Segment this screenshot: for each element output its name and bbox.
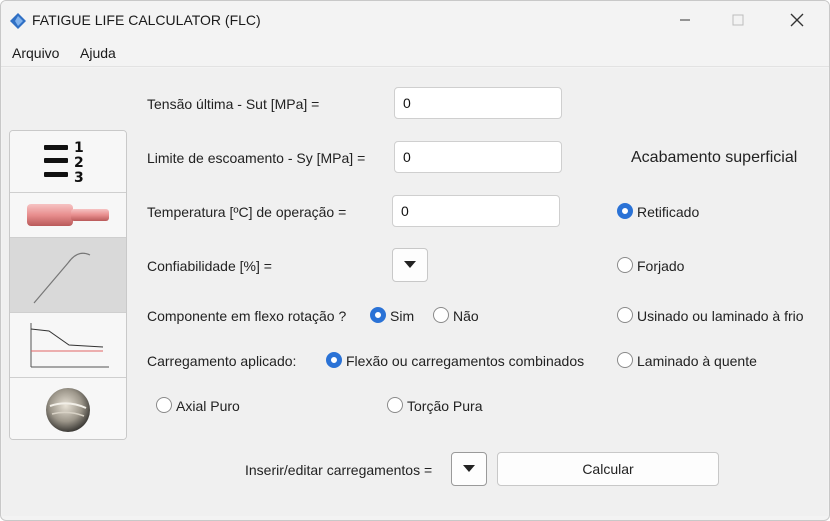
maximize-button[interactable]	[715, 5, 761, 35]
menu-arquivo[interactable]: Arquivo	[12, 45, 59, 61]
svg-text:3: 3	[74, 170, 84, 185]
svg-text:2: 2	[74, 155, 84, 171]
sy-label: Limite de escoamento - Sy [MPa] =	[147, 150, 366, 166]
load-bending-radio[interactable]	[326, 352, 342, 368]
svg-text:1: 1	[74, 140, 84, 156]
temperature-input[interactable]: 0	[392, 195, 560, 227]
temperature-label: Temperatura [ºC] de operação =	[147, 204, 347, 220]
sut-label: Tensão última - Sut [MPa] =	[147, 96, 320, 112]
sut-input[interactable]: 0	[394, 87, 562, 119]
tb-fatigue-curve-button[interactable]	[10, 313, 126, 378]
load-label: Carregamento aplicado:	[147, 353, 297, 369]
finish-usinado-label: Usinado ou laminado à frio	[637, 308, 804, 324]
minimize-button[interactable]	[662, 5, 708, 35]
app-icon	[10, 13, 26, 29]
sy-input[interactable]: 0	[394, 141, 562, 173]
finish-heading: Acabamento superficial	[631, 149, 798, 166]
tb-shaft-button[interactable]	[10, 193, 126, 238]
calculate-button[interactable]: Calcular	[497, 452, 719, 486]
menu-ajuda[interactable]: Ajuda	[80, 45, 116, 61]
reliability-label: Confiabilidade [%] =	[147, 258, 272, 274]
menu-bar: Arquivo Ajuda	[1, 39, 829, 67]
rotation-yes-radio[interactable]	[370, 307, 386, 323]
app-window: FATIGUE LIFE CALCULATOR (FLC) Arquivo Aj…	[0, 0, 830, 521]
rotation-no-radio[interactable]	[433, 307, 449, 323]
close-icon	[790, 13, 804, 27]
list-numbered-icon: 1 2 3	[44, 140, 84, 185]
finish-retificado-radio[interactable]	[617, 203, 633, 219]
load-bending-label: Flexão ou carregamentos combinados	[346, 353, 585, 369]
tb-stress-strain-button[interactable]	[10, 238, 126, 313]
stress-strain-curve-icon	[33, 252, 91, 304]
insert-loads-dropdown[interactable]	[451, 452, 487, 486]
minimize-icon	[680, 19, 690, 21]
insert-loads-label: Inserir/editar carregamentos =	[245, 462, 433, 478]
finish-laminado-label: Laminado à quente	[637, 353, 757, 369]
finish-forjado-label: Forjado	[637, 258, 685, 274]
title-bar: FATIGUE LIFE CALCULATOR (FLC)	[1, 1, 829, 39]
maximize-icon	[732, 14, 744, 26]
rotation-no-label: Não	[453, 308, 479, 324]
rotation-label: Componente em flexo rotação ?	[147, 308, 347, 324]
tb-material-button[interactable]	[10, 378, 126, 439]
dropdown-arrow-icon	[463, 465, 475, 472]
finish-usinado-radio[interactable]	[617, 307, 633, 323]
load-axial-radio[interactable]	[156, 397, 172, 413]
side-toolbar: 1 2 3	[9, 130, 127, 440]
load-torsion-label: Torção Pura	[407, 398, 483, 414]
load-torsion-radio[interactable]	[387, 397, 403, 413]
material-sample-icon	[46, 387, 90, 432]
finish-laminado-radio[interactable]	[617, 352, 633, 368]
window-title: FATIGUE LIFE CALCULATOR (FLC)	[32, 12, 261, 28]
reliability-dropdown[interactable]	[392, 248, 428, 282]
load-axial-label: Axial Puro	[176, 398, 240, 414]
shaft-icon	[27, 204, 109, 226]
fatigue-curve-icon	[30, 323, 109, 368]
dropdown-arrow-icon	[404, 261, 416, 268]
finish-retificado-label: Retificado	[637, 204, 700, 220]
tb-list-button[interactable]: 1 2 3	[10, 131, 126, 193]
close-button[interactable]	[774, 5, 820, 35]
finish-forjado-radio[interactable]	[617, 257, 633, 273]
rotation-yes-label: Sim	[390, 308, 415, 324]
